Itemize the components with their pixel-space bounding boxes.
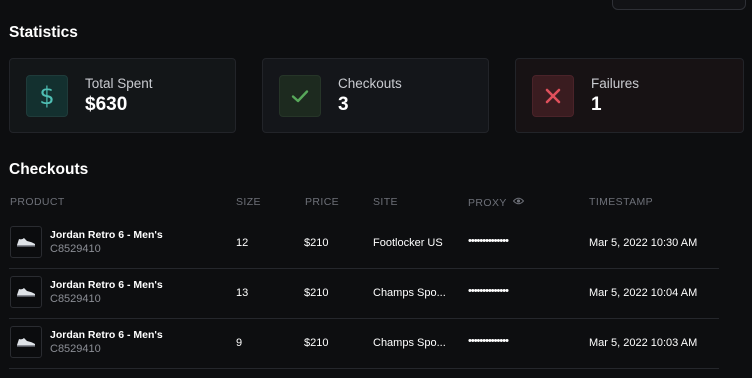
proxy-cell: •••••••••••••• — [468, 235, 509, 247]
product-name: Jordan Retro 6 - Men's — [50, 329, 163, 341]
total-spent-label: Total Spent — [85, 76, 153, 91]
product-sku: C8529410 — [50, 343, 101, 355]
column-proxy[interactable]: PROXY — [468, 196, 525, 209]
column-product[interactable]: PRODUCT — [10, 196, 65, 208]
column-size[interactable]: SIZE — [236, 196, 261, 208]
check-icon — [279, 75, 321, 117]
size-cell: 9 — [236, 337, 243, 349]
sneaker-thumbnail — [10, 326, 42, 358]
product-sku: C8529410 — [50, 293, 101, 305]
size-cell: 13 — [236, 287, 249, 299]
checkouts-title: Checkouts — [9, 161, 89, 178]
proxy-cell: •••••••••••••• — [468, 335, 509, 347]
close-icon — [532, 75, 574, 117]
price-cell: $210 — [304, 287, 329, 299]
site-cell: Champs Spo... — [373, 287, 446, 299]
column-price[interactable]: PRICE — [305, 196, 339, 208]
timestamp-cell: Mar 5, 2022 10:04 AM — [589, 287, 698, 299]
table-row[interactable]: Jordan Retro 6 - Men's C8529410 13 $210 … — [9, 268, 719, 319]
table-row[interactable]: Jordan Retro 6 - Men's C8529410 12 $210 … — [9, 218, 719, 269]
column-timestamp[interactable]: TIMESTAMP — [589, 196, 653, 208]
timestamp-cell: Mar 5, 2022 10:30 AM — [589, 237, 698, 249]
site-cell: Champs Spo... — [373, 337, 446, 349]
total-spent-card: $ Total Spent $630 — [9, 58, 236, 133]
product-name: Jordan Retro 6 - Men's — [50, 279, 163, 291]
checkouts-label: Checkouts — [338, 76, 402, 91]
failures-value: 1 — [591, 94, 602, 115]
price-cell: $210 — [304, 237, 329, 249]
proxy-cell: •••••••••••••• — [468, 285, 509, 297]
column-proxy-label: PROXY — [468, 197, 507, 209]
size-cell: 12 — [236, 237, 249, 249]
top-dropdown[interactable] — [612, 0, 746, 10]
statistics-title: Statistics — [9, 24, 78, 41]
checkouts-card: Checkouts 3 — [262, 58, 489, 133]
sneaker-thumbnail — [10, 276, 42, 308]
sneaker-thumbnail — [10, 226, 42, 258]
eye-icon[interactable] — [512, 196, 525, 208]
product-sku: C8529410 — [50, 243, 101, 255]
table-row[interactable]: Jordan Retro 6 - Men's C8529410 9 $210 C… — [9, 318, 719, 369]
failures-label: Failures — [591, 76, 640, 91]
site-cell: Footlocker US — [373, 237, 443, 249]
column-site[interactable]: SITE — [373, 196, 398, 208]
product-name: Jordan Retro 6 - Men's — [50, 229, 163, 241]
price-cell: $210 — [304, 337, 329, 349]
dollar-icon: $ — [26, 75, 68, 117]
checkouts-value: 3 — [338, 94, 349, 115]
failures-card: Failures 1 — [515, 58, 744, 133]
timestamp-cell: Mar 5, 2022 10:03 AM — [589, 337, 698, 349]
total-spent-value: $630 — [85, 94, 128, 115]
